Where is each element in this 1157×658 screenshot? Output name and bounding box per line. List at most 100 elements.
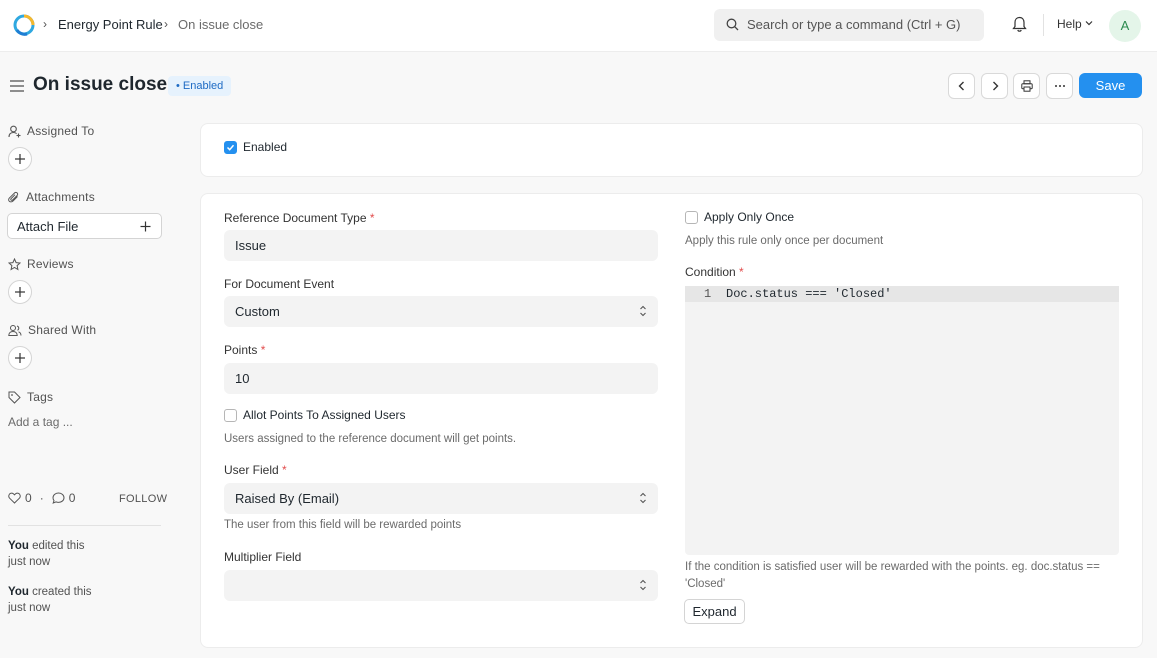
shared-with-section: Shared With <box>8 323 96 337</box>
paperclip-icon <box>8 191 19 202</box>
chevron-left-icon <box>958 81 964 91</box>
activity-item: You created this just now <box>8 584 92 616</box>
sidebar-toggle-icon[interactable] <box>10 80 24 92</box>
assigned-to-section: Assigned To <box>8 124 94 138</box>
condition-label: Condition * <box>685 265 744 279</box>
apply-once-help: Apply this rule only once per document <box>685 235 884 247</box>
condition-code[interactable]: Doc.status === 'Closed' <box>726 287 892 301</box>
search-placeholder: Search or type a command (Ctrl + G) <box>747 17 961 32</box>
user-field-label-text: User Field <box>224 463 279 477</box>
check-icon <box>226 144 235 151</box>
reviews-section: Reviews <box>8 257 74 271</box>
required-mark: * <box>369 211 375 225</box>
points-label-text: Points <box>224 343 258 357</box>
bell-icon[interactable] <box>1012 16 1027 33</box>
status-badge: • Enabled <box>168 76 232 96</box>
apply-once-label: Apply Only Once <box>704 210 795 224</box>
printer-icon <box>1021 80 1033 92</box>
user-add-icon <box>8 125 21 137</box>
plus-icon <box>15 353 25 363</box>
attachments-section: Attachments <box>8 190 95 204</box>
expand-button[interactable]: Expand <box>684 599 745 624</box>
activity-item: You edited this just now <box>8 538 85 570</box>
assigned-to-label: Assigned To <box>27 124 95 138</box>
user-field-select[interactable]: Raised By (Email) <box>224 483 658 514</box>
page-title: On issue close <box>33 74 168 95</box>
allot-points-checkbox[interactable] <box>224 409 237 422</box>
avatar[interactable]: A <box>1109 10 1141 42</box>
breadcrumb-doctype[interactable]: Energy Point Rule <box>58 17 163 32</box>
add-share-button[interactable] <box>8 346 32 370</box>
next-doc-button[interactable] <box>981 73 1008 99</box>
required-mark: * <box>282 463 287 477</box>
save-button[interactable]: Save <box>1079 73 1142 98</box>
attach-file-label: Attach File <box>17 219 79 234</box>
app-logo[interactable] <box>13 14 35 36</box>
points-field[interactable]: 10 <box>224 363 658 394</box>
more-horizontal-icon <box>1055 85 1065 87</box>
reference-doctype-label: Reference Document Type * <box>224 211 375 225</box>
engagement-stats: 0 · 0 <box>8 491 75 505</box>
allot-points-help: Users assigned to the reference document… <box>224 433 517 445</box>
chevron-right-icon <box>993 81 999 91</box>
activity-action: created this <box>28 586 92 598</box>
chevron-right-icon: › <box>43 17 47 31</box>
attachments-label: Attachments <box>26 190 95 204</box>
multiplier-field-label: Multiplier Field <box>224 550 302 564</box>
condition-code-editor[interactable] <box>685 286 1119 555</box>
shared-with-label: Shared With <box>28 323 97 337</box>
plus-icon <box>15 154 25 164</box>
user-field-help: The user from this field will be rewarde… <box>224 519 462 531</box>
activity-action: edited this <box>28 540 85 552</box>
chevron-down-icon[interactable] <box>1085 19 1093 27</box>
user-field-label: User Field * <box>224 463 287 477</box>
condition-help: If the condition is satisfied user will … <box>685 559 1100 593</box>
previous-doc-button[interactable] <box>948 73 975 99</box>
reference-doctype-field[interactable]: Issue <box>224 230 658 261</box>
required-mark: * <box>739 265 744 279</box>
help-menu[interactable]: Help <box>1057 17 1082 31</box>
enabled-section <box>200 123 1143 177</box>
tag-icon <box>8 391 21 404</box>
select-arrows-icon <box>640 579 646 591</box>
add-tag-link[interactable]: Add a tag ... <box>8 415 73 429</box>
multiplier-field-select[interactable] <box>224 570 658 601</box>
points-label: Points * <box>224 343 265 357</box>
select-arrows-icon <box>640 305 646 317</box>
points-value: 10 <box>235 371 250 386</box>
sidebar-divider <box>8 525 161 526</box>
print-button[interactable] <box>1013 73 1040 99</box>
user-field-value: Raised By (Email) <box>235 491 340 506</box>
plus-icon <box>140 221 151 232</box>
search-input[interactable]: Search or type a command (Ctrl + G) <box>714 9 984 41</box>
document-event-value: Custom <box>235 304 280 319</box>
select-arrows-icon <box>640 492 646 504</box>
heart-icon[interactable] <box>8 492 21 504</box>
star-icon <box>8 257 21 271</box>
activity-time: just now <box>8 602 51 614</box>
navbar: › Energy Point Rule › On issue close Sea… <box>0 0 1157 52</box>
more-actions-button[interactable] <box>1046 73 1073 99</box>
add-review-button[interactable] <box>8 280 32 304</box>
follow-button[interactable]: FOLLOW <box>119 493 167 505</box>
likes-count: 0 <box>25 491 32 505</box>
add-assignee-button[interactable] <box>8 147 32 171</box>
condition-help-line-1: If the condition is satisfied user will … <box>685 561 1100 573</box>
comment-icon[interactable] <box>52 492 65 504</box>
breadcrumb-current[interactable]: On issue close <box>178 17 263 32</box>
activity-time: just now <box>8 556 51 568</box>
attach-file-button[interactable]: Attach File <box>7 213 162 239</box>
document-event-select[interactable]: Custom <box>224 296 658 327</box>
apply-once-checkbox[interactable] <box>685 211 698 224</box>
reviews-label: Reviews <box>27 257 74 271</box>
condition-help-line-2: 'Closed' <box>685 578 726 590</box>
required-mark: * <box>260 343 266 357</box>
comments-count: 0 <box>68 491 76 505</box>
activity-user: You <box>8 586 29 598</box>
activity-user: You <box>8 540 29 552</box>
navbar-divider <box>1043 14 1044 36</box>
tags-label: Tags <box>27 390 54 404</box>
status-badge-label: Enabled <box>182 80 224 92</box>
enabled-checkbox[interactable] <box>224 141 237 154</box>
search-icon <box>726 18 739 31</box>
